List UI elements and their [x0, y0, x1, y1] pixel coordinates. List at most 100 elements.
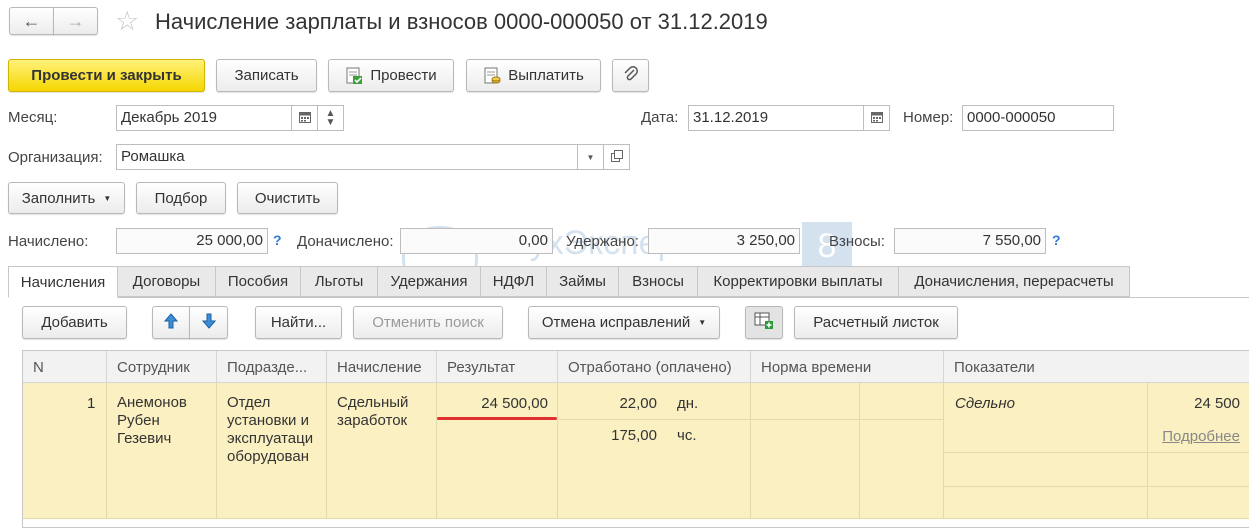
department-line-3: эксплуатаци	[227, 430, 314, 447]
forward-button[interactable]: →	[53, 7, 98, 35]
fill-button-label: Заполнить	[21, 189, 96, 207]
tab-privileges[interactable]: Льготы	[300, 266, 378, 297]
post-document-icon	[345, 67, 363, 85]
table-add-icon	[754, 312, 774, 334]
calendar-icon	[870, 111, 883, 126]
contributions-label: Взносы:	[829, 233, 885, 250]
spin-down-icon: ▼	[325, 117, 336, 128]
find-button[interactable]: Найти...	[255, 306, 342, 339]
arrow-right-icon: →	[66, 10, 85, 31]
number-label: Номер:	[903, 109, 954, 126]
tab-loans[interactable]: Займы	[546, 266, 619, 297]
date-label: Дата:	[641, 109, 679, 126]
date-field[interactable]: 31.12.2019	[688, 105, 864, 131]
month-label: Месяц:	[8, 109, 58, 126]
withheld-field: 3 250,00	[648, 228, 800, 254]
col-header-department[interactable]: Подразде...	[217, 351, 327, 383]
post-button-label: Провести	[370, 67, 437, 84]
back-button[interactable]: ←	[9, 7, 54, 35]
indicator-name: Сдельно	[955, 395, 1015, 412]
tab-accruals[interactable]: Начисления	[8, 266, 118, 298]
date-calendar-button[interactable]	[863, 105, 890, 131]
employee-line-2: Рубен	[117, 412, 160, 429]
payslip-button[interactable]: Расчетный листок	[794, 306, 958, 339]
details-link[interactable]: Подробнее	[1148, 428, 1240, 445]
tab-deductions[interactable]: Удержания	[377, 266, 481, 297]
accrued-help-icon[interactable]: ?	[273, 232, 282, 248]
pay-button-label: Выплатить	[508, 67, 584, 84]
arrow-left-icon: ←	[22, 10, 41, 31]
arrow-up-icon	[163, 312, 179, 333]
select-button[interactable]: Подбор	[136, 182, 226, 214]
post-and-close-button[interactable]: Провести и закрыть	[8, 59, 205, 92]
accrued-label: Начислено:	[8, 233, 89, 250]
department-line-1: Отдел	[227, 394, 271, 411]
save-button[interactable]: Записать	[216, 59, 317, 92]
pay-document-icon	[483, 67, 501, 85]
tab-contracts[interactable]: Договоры	[117, 266, 216, 297]
col-header-norm[interactable]: Норма времени	[751, 351, 944, 383]
chevron-down-icon: ▼	[103, 193, 112, 203]
result-underline-annotation	[437, 417, 557, 420]
accrual-line-2: заработок	[337, 412, 408, 429]
department-line-2: установки и	[227, 412, 309, 429]
tab-ndfl[interactable]: НДФЛ	[480, 266, 547, 297]
attach-button[interactable]	[612, 59, 649, 92]
cancel-corrections-label: Отмена исправлений	[541, 314, 691, 331]
month-field[interactable]: Декабрь 2019	[116, 105, 292, 131]
col-header-accrual[interactable]: Начисление	[327, 351, 437, 383]
col-header-indicators[interactable]: Показатели	[944, 351, 1249, 383]
post-button[interactable]: Провести	[328, 59, 454, 92]
organization-dropdown-button[interactable]: ▼	[577, 144, 604, 170]
move-up-button[interactable]	[152, 306, 190, 339]
tab-recalculations[interactable]: Доначисления, перерасчеты	[898, 266, 1130, 297]
employee-line-1: Анемонов	[117, 394, 187, 411]
open-link-icon	[610, 149, 623, 165]
result-value: 24 500,00	[481, 395, 548, 412]
move-down-button[interactable]	[189, 306, 228, 339]
favorite-star-icon[interactable]: ☆	[115, 6, 139, 36]
department-line-4: оборудован	[227, 448, 309, 465]
arrow-down-icon	[201, 313, 216, 333]
table-settings-button[interactable]	[745, 306, 783, 339]
col-header-result[interactable]: Результат	[437, 351, 558, 383]
organization-field[interactable]: Ромашка	[116, 144, 578, 170]
cancel-search-button[interactable]: Отменить поиск	[353, 306, 503, 339]
contributions-help-icon[interactable]: ?	[1052, 232, 1061, 248]
fill-button[interactable]: Заполнить ▼	[8, 182, 125, 214]
tab-panel-border	[8, 297, 1249, 298]
employee-line-3: Гезевич	[117, 430, 172, 447]
add-row-button[interactable]: Добавить	[22, 306, 127, 339]
month-calendar-button[interactable]	[291, 105, 318, 131]
col-header-employee[interactable]: Сотрудник	[107, 351, 217, 383]
additional-field: 0,00	[400, 228, 553, 254]
clear-button[interactable]: Очистить	[237, 182, 338, 214]
worked-days-unit: дн.	[677, 395, 699, 412]
row-number: 1	[87, 395, 96, 412]
accrual-line-1: Сдельный	[337, 394, 409, 411]
month-spin-button[interactable]: ▲ ▼	[317, 105, 344, 131]
accrued-field: 25 000,00	[116, 228, 268, 254]
withheld-label: Удержано:	[566, 233, 639, 250]
organization-label: Организация:	[8, 149, 103, 166]
indicator-value: 24 500	[1194, 395, 1240, 412]
col-header-n[interactable]: N	[23, 351, 107, 383]
col-header-worked[interactable]: Отработано (оплачено)	[558, 351, 751, 383]
number-field[interactable]: 0000-000050	[962, 105, 1114, 131]
tab-payment-corrections[interactable]: Корректировки выплаты	[697, 266, 899, 297]
tab-contributions[interactable]: Взносы	[618, 266, 698, 297]
pay-button[interactable]: Выплатить	[466, 59, 601, 92]
cancel-corrections-button[interactable]: Отмена исправлений ▼	[528, 306, 720, 339]
chevron-down-icon: ▼	[586, 152, 595, 162]
page-title: Начисление зарплаты и взносов 0000-00005…	[155, 9, 768, 34]
contributions-field: 7 550,00	[894, 228, 1046, 254]
organization-open-button[interactable]	[603, 144, 630, 170]
calendar-icon	[298, 111, 311, 126]
tab-benefits[interactable]: Пособия	[215, 266, 301, 297]
worked-hours-unit: чс.	[677, 427, 697, 444]
worked-hours-value: 175,00	[611, 427, 657, 444]
chevron-down-icon: ▼	[698, 318, 707, 327]
worked-days-value: 22,00	[619, 395, 657, 412]
paperclip-icon	[623, 65, 639, 87]
additional-label: Доначислено:	[297, 233, 394, 250]
